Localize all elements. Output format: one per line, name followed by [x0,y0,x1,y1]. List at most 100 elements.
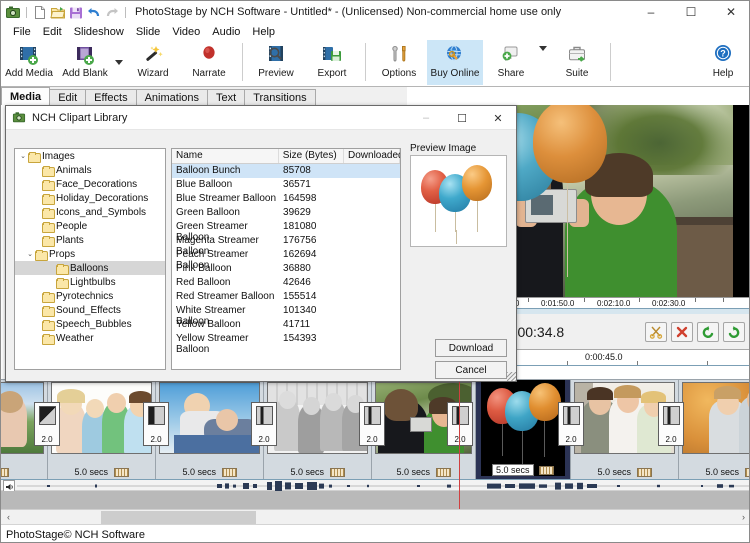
buy-online-button[interactable]: Buy Online [427,40,483,85]
clipart-library-dialog[interactable]: NCH Clipart Library – ☐ ✕ ⌄ Images Anima… [5,105,517,382]
dialog-close-button[interactable]: ✕ [480,106,516,130]
dialog-minimize-button[interactable]: – [408,106,444,130]
rotate-right-button[interactable] [723,321,745,342]
download-button[interactable]: Download [435,339,507,357]
expander-icon[interactable]: ⌄ [25,250,35,258]
menu-audio[interactable]: Audio [206,25,246,39]
close-button[interactable]: ✕ [711,1,749,23]
list-item[interactable]: Red Streamer Balloon 155514 [172,290,400,304]
slide-grip-icon[interactable] [221,468,237,477]
tree-item-images[interactable]: ⌄ Images [15,149,165,163]
timeline-slide[interactable]: 5.0 secs [264,380,372,479]
tree-item-lightbulbs[interactable]: Lightbulbs [15,275,165,289]
help-button[interactable]: ? Help [695,40,749,85]
slide-grip-icon[interactable] [636,468,652,477]
list-item[interactable]: Red Balloon 42646 [172,276,400,290]
narrate-button[interactable]: Narrate [181,40,237,85]
undo-icon[interactable] [86,5,102,20]
share-button[interactable]: Share [483,40,539,85]
tree-item-props[interactable]: ⌄ Props [15,247,165,261]
slide-grip-icon[interactable] [113,468,129,477]
add-blank-dropdown[interactable] [113,40,125,85]
tree-item-holiday-decorations[interactable]: Holiday_Decorations [15,191,165,205]
tab-transitions[interactable]: Transitions [244,89,316,105]
rotate-left-button[interactable] [697,321,719,342]
menu-slide[interactable]: Slide [130,25,166,39]
scrollbar-thumb[interactable] [101,510,256,524]
share-dropdown[interactable] [539,40,549,85]
column-header-name[interactable]: Name [172,149,279,163]
menu-file[interactable]: File [7,25,37,39]
tree-item-people[interactable]: People [15,219,165,233]
tab-effects[interactable]: Effects [85,89,137,105]
slide-duration-text[interactable]: 5.0 secs [491,464,534,476]
timeline-slide-selected[interactable]: 5.0 secs [476,380,571,479]
tree-item-face-decorations[interactable]: Face_Decorations [15,177,165,191]
cancel-button[interactable]: Cancel [435,361,507,379]
dialog-resize-grip[interactable] [507,372,516,381]
maximize-button[interactable]: ☐ [671,1,711,23]
list-item-selected[interactable]: Balloon Bunch 85708 [172,164,400,178]
menu-edit[interactable]: Edit [37,25,68,39]
timeline-slide[interactable]: 5.0 secs [679,380,749,479]
list-item[interactable]: Peach Streamer Balloon 162694 [172,248,400,271]
minimize-button[interactable]: – [631,1,671,23]
transition-marker[interactable]: 2.0 [658,402,684,446]
playhead-marker[interactable] [459,379,460,509]
list-item[interactable]: Pink Balloon 36880 [172,262,400,276]
open-folder-icon[interactable] [50,5,66,20]
slide-grip-icon[interactable] [744,468,749,477]
wizard-button[interactable]: Wizard [125,40,181,85]
tree-item-plants[interactable]: Plants [15,233,165,247]
list-item[interactable]: Yellow Balloon 41711 [172,318,400,332]
list-item[interactable]: Magenta Streamer Balloon 176756 [172,234,400,257]
tree-item-balloons[interactable]: Balloons [15,261,165,275]
column-header-size[interactable]: Size (Bytes) [279,149,344,163]
expander-icon[interactable]: ⌄ [18,152,28,160]
tab-edit[interactable]: Edit [49,89,87,105]
list-item[interactable]: Blue Balloon 36571 [172,178,400,192]
tree-item-icons-and-symbols[interactable]: Icons_and_Symbols [15,205,165,219]
tree-item-speech-bubbles[interactable]: Speech_Bubbles [15,317,165,331]
list-item[interactable]: Green Streamer Balloon 181080 [172,220,400,243]
slide-timeline[interactable]: 2.0 5.0 secs 2.0 5.0 secs 2.0 5.0 secs 2… [1,379,749,479]
add-media-button[interactable]: Add Media [1,40,57,85]
clipart-file-list[interactable]: Name Size (Bytes) Downloaded Balloon Bun… [171,148,401,370]
audio-track-row[interactable] [1,479,749,492]
tree-item-weather[interactable]: Weather [15,331,165,345]
category-tree[interactable]: ⌄ Images Animals Face_Decorations Holida… [14,148,166,370]
tree-item-pyrotechnics[interactable]: Pyrotechnics [15,289,165,303]
slide-grip-icon[interactable] [435,468,451,477]
options-button[interactable]: Options [371,40,427,85]
add-blank-button[interactable]: Add Blank [57,40,113,85]
menu-help[interactable]: Help [246,25,281,39]
suite-button[interactable]: Suite [549,40,605,85]
transition-marker[interactable]: 2.0 [34,402,60,446]
tab-media[interactable]: Media [1,87,51,105]
preview-button[interactable]: Preview [248,40,304,85]
menu-slideshow[interactable]: Slideshow [68,25,130,39]
slide-grip-icon[interactable] [539,466,555,476]
scrollbar-track[interactable] [16,509,736,525]
delete-button[interactable] [671,321,693,342]
list-item[interactable]: Blue Streamer Balloon 164598 [172,192,400,206]
tree-item-animals[interactable]: Animals [15,163,165,177]
transition-marker[interactable]: 2.0 [359,402,385,446]
timeline-horizontal-scrollbar[interactable]: ‹ › [1,509,749,525]
tab-animations[interactable]: Animations [135,89,209,105]
column-header-downloaded[interactable]: Downloaded [344,149,400,163]
list-item[interactable]: Green Balloon 39629 [172,206,400,220]
scroll-left-arrow-icon[interactable]: ‹ [1,510,16,525]
tree-item-sound-effects[interactable]: Sound_Effects [15,303,165,317]
transition-marker[interactable]: 2.0 [447,402,473,446]
transition-marker[interactable]: 2.0 [143,402,169,446]
timeline-slide[interactable]: 5.0 secs [48,380,156,479]
save-disk-icon[interactable] [68,5,84,20]
audio-track-empty[interactable] [1,491,749,509]
split-scissors-button[interactable] [645,321,667,342]
list-item[interactable]: White Streamer Balloon 101340 [172,304,400,327]
dialog-maximize-button[interactable]: ☐ [444,106,480,130]
transition-marker[interactable]: 2.0 [558,402,584,446]
scroll-right-arrow-icon[interactable]: › [736,510,749,525]
export-button[interactable]: Export [304,40,360,85]
